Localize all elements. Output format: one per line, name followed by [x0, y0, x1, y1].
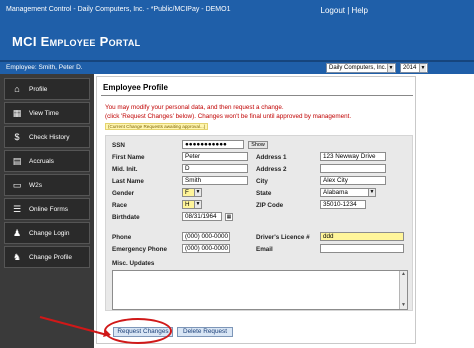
sidebar-item-w2s[interactable]: ▭ W2s [4, 174, 90, 196]
delete-request-button[interactable]: Delete Request [177, 327, 233, 337]
ssn-field[interactable]: ●●●●●●●●●●● [182, 140, 244, 149]
document-icon: ▭ [12, 180, 22, 190]
breadcrumb: Management Control - Daily Computers, In… [6, 6, 231, 13]
sidebar-item-change-login[interactable]: ♟ Change Login [4, 222, 90, 244]
birthdate-label: Birthdate [112, 214, 140, 221]
misc-updates-textarea[interactable]: ▲ ▼ [112, 270, 408, 310]
instruction-text: (click 'Request Changes' below). Changes… [105, 113, 352, 120]
page-title: Employee Profile [103, 83, 168, 92]
money-bag-icon: $ [14, 132, 20, 142]
sidebar: ⌂ Profile ▦ View Time $ Check History ▤ … [0, 74, 94, 348]
calendar-icon: ▤ [12, 156, 22, 166]
last-name-field[interactable]: Smith [182, 176, 248, 185]
last-name-label: Last Name [112, 178, 144, 185]
emergency-phone-label: Emergency Phone [112, 246, 167, 253]
gender-select-value: F [185, 189, 189, 196]
header-bar: Management Control - Daily Computers, In… [0, 0, 474, 62]
email-label: Email [256, 246, 273, 253]
sidebar-item-label: Online Forms [29, 206, 69, 213]
forms-icon: ☰ [12, 204, 22, 214]
employee-bar: Employee: Smith, Peter D. Daily Computer… [0, 62, 474, 74]
person-icon: ♟ [12, 228, 22, 238]
employee-profile-panel: Employee Profile You may modify your per… [96, 76, 416, 344]
divider [101, 95, 413, 96]
chevron-down-icon: ▼ [194, 189, 201, 196]
instruction-text: You may modify your personal data, and t… [105, 104, 284, 111]
sidebar-item-online-forms[interactable]: ☰ Online Forms [4, 198, 90, 220]
year-select[interactable]: 2014 ▼ [400, 63, 428, 73]
sidebar-item-label: Accruals [29, 158, 54, 165]
address2-label: Address 2 [256, 166, 287, 173]
first-name-label: First Name [112, 154, 145, 161]
sidebar-item-view-time[interactable]: ▦ View Time [4, 102, 90, 124]
sidebar-item-profile[interactable]: ⌂ Profile [4, 78, 90, 100]
chevron-down-icon: ▼ [194, 201, 201, 208]
pending-requests-badge: (Current Change Requests awaiting approv… [105, 123, 209, 130]
birthdate-field[interactable]: 08/31/1964 [182, 212, 222, 221]
emergency-phone-field[interactable]: (000) 000-0000 [182, 244, 230, 253]
sidebar-item-label: Check History [29, 134, 70, 141]
sidebar-item-label: Change Login [29, 230, 70, 237]
sidebar-item-label: View Time [29, 110, 59, 117]
phone-field[interactable]: (000) 000-0000 [182, 232, 230, 241]
address1-field[interactable]: 123 Newway Drive [320, 152, 386, 161]
chevron-down-icon: ▼ [387, 64, 394, 72]
mid-init-label: Mid. Init. [112, 166, 138, 173]
annotation-circle [104, 318, 172, 344]
phone-label: Phone [112, 234, 132, 241]
logout-link[interactable]: Logout [321, 6, 345, 15]
race-select-value: H [185, 201, 190, 208]
sidebar-item-check-history[interactable]: $ Check History [4, 126, 90, 148]
grid-icon: ▦ [12, 108, 22, 118]
address2-field[interactable] [320, 164, 386, 173]
employee-name: Employee: Smith, Peter D. [6, 64, 83, 71]
race-label: Race [112, 202, 128, 209]
zip-field[interactable]: 35010-1234 [320, 200, 366, 209]
company-select-value: Daily Computers, Inc. [329, 65, 387, 71]
drivers-licence-label: Driver's Licence # [256, 234, 310, 241]
ssn-label: SSN [112, 142, 125, 149]
sidebar-item-label: Change Profile [29, 254, 72, 261]
state-select-value: Alabama [323, 189, 348, 196]
city-label: City [256, 178, 268, 185]
calendar-icon[interactable]: ▦ [225, 213, 233, 221]
profile-form: SSN ●●●●●●●●●●● Show First Name Peter Mi… [105, 135, 413, 311]
address1-label: Address 1 [256, 154, 287, 161]
sidebar-item-change-profile[interactable]: ♞ Change Profile [4, 246, 90, 268]
sidebar-item-label: W2s [29, 182, 42, 189]
header-links: Logout | Help [321, 6, 368, 15]
help-link[interactable]: Help [352, 6, 368, 15]
gender-select[interactable]: F ▼ [182, 188, 202, 197]
state-select[interactable]: Alabama ▼ [320, 188, 376, 197]
email-field[interactable] [320, 244, 404, 253]
link-separator: | [347, 6, 350, 15]
chevron-up-icon[interactable]: ▲ [400, 271, 407, 278]
first-name-field[interactable]: Peter [182, 152, 248, 161]
sidebar-item-accruals[interactable]: ▤ Accruals [4, 150, 90, 172]
mid-init-field[interactable]: D [182, 164, 248, 173]
person-edit-icon: ♞ [12, 252, 22, 262]
app-title: MCI Employee Portal [12, 34, 141, 49]
sidebar-item-label: Profile [29, 86, 48, 93]
city-field[interactable]: Alex City [320, 176, 386, 185]
drivers-licence-field[interactable]: ddd [320, 232, 404, 241]
gender-label: Gender [112, 190, 135, 197]
zip-label: ZIP Code [256, 202, 284, 209]
race-select[interactable]: H ▼ [182, 200, 202, 209]
show-ssn-button[interactable]: Show [248, 141, 268, 149]
chevron-down-icon: ▼ [368, 189, 375, 196]
company-select[interactable]: Daily Computers, Inc. ▼ [326, 63, 396, 73]
chevron-down-icon: ▼ [419, 64, 426, 72]
year-select-value: 2014 [403, 65, 417, 71]
misc-updates-label: Misc. Updates [112, 260, 155, 267]
scrollbar[interactable]: ▲ ▼ [399, 271, 407, 309]
chevron-down-icon[interactable]: ▼ [400, 302, 407, 309]
house-icon: ⌂ [14, 84, 20, 94]
state-label: State [256, 190, 272, 197]
